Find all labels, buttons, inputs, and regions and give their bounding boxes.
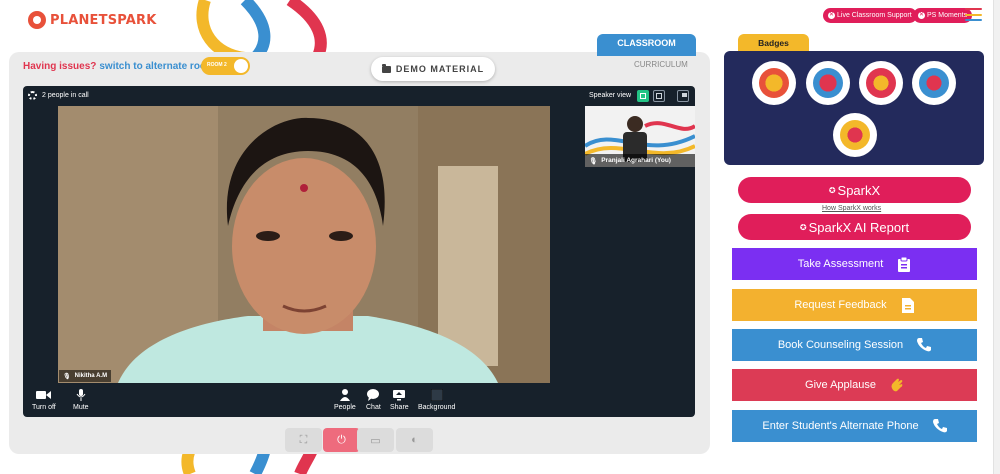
background-label: Background <box>418 404 456 411</box>
demo-material-button[interactable]: DEMO MATERIAL <box>371 57 495 81</box>
document-icon <box>901 297 915 313</box>
turn-off-label: Turn off <box>32 404 56 411</box>
turn-off-camera-button[interactable]: Turn off <box>32 389 56 411</box>
take-assessment-button[interactable]: Take Assessment <box>732 248 977 280</box>
room-label: ROOM 2 <box>207 62 227 68</box>
page-scrollbar[interactable] <box>993 0 1000 474</box>
enter-alternate-phone-button[interactable]: Enter Student's Alternate Phone <box>732 410 977 442</box>
people-label: People <box>334 404 356 411</box>
palette-button[interactable]: ◐ <box>396 428 433 452</box>
take-assessment-label: Take Assessment <box>797 258 884 270</box>
support-icon: ✕ <box>828 12 835 19</box>
trophy-badge-icon[interactable] <box>752 61 796 105</box>
share-button[interactable]: Share <box>390 389 409 411</box>
moments-icon: ✕ <box>918 12 925 19</box>
video-call-window: 2 people in call Speaker view 🎙 Nikitha … <box>23 86 695 417</box>
clap-icon <box>890 377 904 393</box>
screen-button[interactable]: ▭ <box>357 428 394 452</box>
microphone-icon <box>76 389 86 401</box>
self-participant-tag: 🎙 Pranjali Agrahari (You) <box>585 154 695 167</box>
background-button[interactable]: Background <box>418 389 455 411</box>
fullscreen-icon: ⛶ <box>299 433 308 446</box>
clipboard-icon <box>897 256 911 272</box>
give-applause-label: Give Applause <box>805 379 876 391</box>
phone-icon <box>917 337 932 353</box>
mic-icon: 🎙 <box>589 157 598 165</box>
fullscreen-button[interactable]: ⛶ <box>285 428 322 452</box>
live-classroom-support-button[interactable]: ✕ Live Classroom Support <box>823 8 917 23</box>
hands-badge-icon[interactable] <box>806 61 850 105</box>
camera-icon <box>35 389 52 401</box>
end-session-button[interactable]: ⏻ <box>323 428 360 452</box>
settings-gear-icon[interactable] <box>28 91 37 100</box>
mute-button[interactable]: Mute <box>73 389 89 411</box>
planetspark-logo-icon <box>28 11 46 29</box>
pip-view-icon[interactable] <box>677 90 689 102</box>
how-sparkx-works-link[interactable]: How SparkX works <box>822 205 881 212</box>
folder-icon <box>381 63 391 73</box>
speaker-view-label[interactable]: Speaker view <box>589 92 631 99</box>
people-icon <box>339 389 350 401</box>
live-support-label: Live Classroom Support <box>837 12 912 19</box>
toggle-knob <box>234 59 248 73</box>
phone-icon <box>932 418 947 434</box>
issues-text: Having issues? <box>23 61 97 72</box>
tab-curriculum[interactable]: CURRICULUM <box>634 60 688 69</box>
sparkx-ai-icon: ✪ <box>799 222 807 232</box>
star-character-badge-icon[interactable] <box>859 61 903 105</box>
laptop-icon: ▭ <box>370 434 381 447</box>
mute-label: Mute <box>73 404 89 411</box>
participant-video-illustration <box>58 106 550 383</box>
sparkx-ai-report-label: SparkX AI Report <box>808 219 910 235</box>
tab-classroom[interactable]: CLASSROOM <box>597 34 696 56</box>
give-applause-button[interactable]: Give Applause <box>732 369 977 401</box>
request-feedback-label: Request Feedback <box>794 299 887 311</box>
speaker-view-icon[interactable] <box>637 90 649 102</box>
ps-moments-label: PS Moments <box>927 12 968 19</box>
mic-icon: 🎙 <box>63 373 71 380</box>
power-icon: ⏻ <box>337 433 346 446</box>
glasses-badge-icon[interactable] <box>833 113 877 157</box>
palette-icon: ◐ <box>411 434 418 446</box>
sparkx-label: SparkX <box>837 182 881 198</box>
people-button[interactable]: People <box>334 389 356 411</box>
chat-icon <box>367 389 380 401</box>
planetspark-logo: PLANETSPARK <box>28 11 157 29</box>
chat-label: Chat <box>366 404 381 411</box>
grid-view-icon[interactable] <box>653 90 665 102</box>
chat-button[interactable]: Chat <box>366 389 381 411</box>
lock-badge-icon[interactable] <box>912 61 956 105</box>
sparkx-button[interactable]: ✪ SparkX <box>738 177 971 203</box>
book-counseling-session-button[interactable]: Book Counseling Session <box>732 329 977 361</box>
sparkx-icon: ✪ <box>828 185 836 195</box>
ps-moments-button[interactable]: ✕ PS Moments <box>913 8 973 23</box>
people-count: 2 people in call <box>42 92 89 99</box>
hamburger-menu-icon[interactable] <box>965 8 982 21</box>
room-toggle[interactable]: ROOM 2 <box>201 57 250 75</box>
alternate-phone-label: Enter Student's Alternate Phone <box>762 420 919 432</box>
switch-room-link[interactable]: switch to alternate room <box>99 61 215 72</box>
main-video-feed <box>58 106 550 383</box>
book-counseling-label: Book Counseling Session <box>777 339 904 351</box>
share-screen-icon <box>393 389 406 401</box>
request-feedback-button[interactable]: Request Feedback <box>732 289 977 321</box>
background-icon <box>430 389 443 401</box>
sparkx-ai-report-button[interactable]: ✪ SparkX AI Report <box>738 214 971 240</box>
share-label: Share <box>390 404 409 411</box>
main-participant-tag: 🎙 Nikitha A.M <box>59 370 112 382</box>
main-participant-name: Nikitha A.M <box>74 373 108 379</box>
demo-material-label: DEMO MATERIAL <box>395 64 485 74</box>
logo-text: PLANETSPARK <box>50 12 157 28</box>
issues-banner: Having issues? switch to alternate room <box>23 61 215 72</box>
self-participant-name: Pranjali Agrahari (You) <box>601 157 671 164</box>
